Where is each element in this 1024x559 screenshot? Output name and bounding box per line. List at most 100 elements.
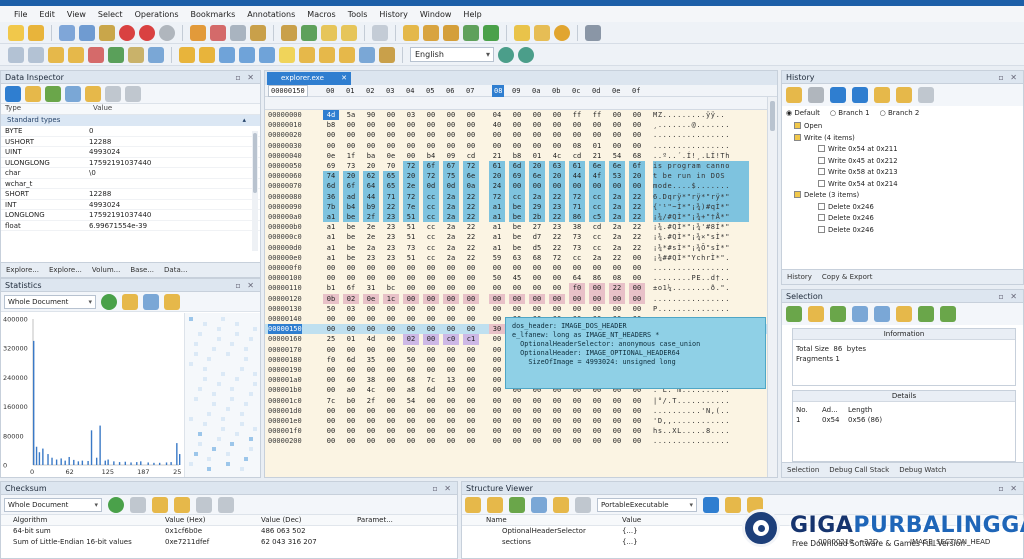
branch-radio[interactable]: ○ Branch 1 — [830, 109, 870, 117]
hex-byte[interactable]: cc — [589, 232, 605, 242]
select-next-icon[interactable] — [918, 306, 934, 322]
struct-list-icon[interactable] — [575, 496, 591, 513]
hex-byte[interactable]: 20 — [403, 171, 419, 182]
hex-byte[interactable]: 00 — [383, 436, 399, 446]
hex-byte[interactable]: 6e — [589, 161, 605, 172]
hex-byte[interactable]: 2e — [363, 222, 379, 232]
hex-byte[interactable]: 00 — [403, 436, 419, 446]
hex-byte[interactable]: 2a — [443, 232, 459, 242]
hex-byte[interactable]: 50 — [323, 304, 339, 314]
hex-byte[interactable]: a1 — [323, 212, 339, 223]
hex-byte[interactable]: 00 — [403, 314, 419, 324]
hex-byte[interactable]: 00 — [509, 416, 525, 426]
hex-byte[interactable]: 00 — [463, 324, 479, 334]
hex-byte[interactable]: 1f — [343, 151, 359, 161]
hex-byte[interactable]: 00 — [323, 375, 339, 385]
hex-byte[interactable]: 6f — [343, 181, 359, 192]
hex-byte[interactable]: 22 — [463, 232, 479, 242]
hex-byte[interactable]: a1 — [489, 243, 505, 253]
hex-byte[interactable]: 00 — [343, 416, 359, 426]
language-select[interactable]: English — [410, 47, 494, 62]
hex-byte[interactable]: 00 — [509, 283, 525, 293]
hex-byte[interactable]: 6d — [509, 161, 525, 172]
hex-byte[interactable]: 01 — [589, 141, 605, 151]
hex-byte[interactable]: 6d — [323, 181, 339, 192]
hex-byte[interactable]: 72 — [549, 253, 565, 263]
hex-byte[interactable]: 00 — [463, 426, 479, 436]
hex-row[interactable]: 00000120 0b 02 0e 1c 00 00 00 00 00 00 00 00 00 00 00 00… — [265, 293, 777, 304]
hex-byte[interactable]: 00 — [529, 304, 545, 314]
hex-byte[interactable]: 00 — [363, 416, 379, 426]
export-icon[interactable] — [218, 496, 234, 513]
help-icon[interactable] — [554, 24, 570, 41]
hex-byte[interactable]: 00 — [323, 141, 339, 151]
checksum-row[interactable]: 64-bit sum 0x1cf6b0e 486 063 502 — [1, 526, 457, 537]
hex-byte[interactable]: 00 — [383, 120, 399, 130]
hex-byte[interactable]: 21 — [589, 151, 605, 161]
hex-byte[interactable]: a1 — [323, 243, 339, 253]
hex-byte[interactable]: 20 — [343, 171, 359, 182]
history-item[interactable]: Write 0x58 at 0x213 — [790, 167, 1023, 179]
hex-byte[interactable]: a1 — [489, 212, 505, 223]
hex-byte[interactable]: 00 — [423, 314, 439, 324]
hex-byte[interactable]: 00 — [549, 141, 565, 151]
hex-byte[interactable]: 00 — [443, 426, 459, 436]
hex-byte[interactable]: 00 — [443, 365, 459, 375]
hex-byte[interactable]: 4c — [363, 385, 379, 395]
hex-byte[interactable]: 73 — [569, 232, 585, 242]
hex-byte[interactable]: 20 — [629, 171, 645, 182]
hex-byte[interactable]: 00 — [529, 273, 545, 283]
panel-controls-icon[interactable]: ▫ ✕ — [235, 71, 256, 84]
hex-byte[interactable]: 00 — [529, 110, 545, 120]
menu-macros[interactable]: Macros — [307, 10, 335, 19]
hex-byte[interactable]: 00 — [589, 130, 605, 140]
hex-byte[interactable]: 00 — [589, 263, 605, 273]
branch-radio[interactable]: ○ Branch 2 — [880, 109, 920, 117]
hex-byte[interactable]: 74 — [323, 171, 339, 182]
hex-byte[interactable]: 00 — [363, 426, 379, 436]
hex-byte[interactable]: 00 — [529, 396, 545, 406]
hex-byte[interactable]: cc — [423, 222, 439, 232]
hex-byte[interactable]: cc — [589, 191, 605, 202]
struct-highlight-icon[interactable] — [703, 496, 719, 513]
link-icon[interactable] — [281, 24, 297, 41]
menu-annotations[interactable]: Annotations — [247, 10, 295, 19]
hex-byte[interactable]: 00 — [323, 416, 339, 426]
hex-byte[interactable]: 68 — [629, 151, 645, 161]
hex-byte[interactable]: 00 — [423, 273, 439, 283]
hex-byte[interactable]: 22 — [629, 222, 645, 232]
hex-byte[interactable]: 2a — [443, 191, 459, 202]
hex-byte[interactable]: 23 — [383, 243, 399, 253]
hex-row[interactable]: 00000130 50 03 00 00 00 00 00 00 00 00 00 00 00 00 00 00… — [265, 304, 777, 314]
hex-byte[interactable]: 00 — [549, 396, 565, 406]
hex-byte[interactable]: 70 — [383, 161, 399, 171]
hex-byte[interactable]: 00 — [423, 304, 439, 314]
menu-view[interactable]: View — [67, 10, 86, 19]
hex-byte[interactable]: 00 — [509, 396, 525, 406]
hex-byte[interactable]: 61 — [489, 161, 505, 172]
inspector-row[interactable]: char \0 — [1, 168, 260, 179]
hex-byte[interactable]: 22 — [549, 191, 565, 202]
hex-byte[interactable]: 00 — [423, 426, 439, 436]
hex-byte[interactable]: 7b — [323, 201, 339, 212]
menu-select[interactable]: Select — [98, 10, 123, 19]
bookmark-icon[interactable] — [48, 46, 64, 63]
hex-byte[interactable]: 00 — [609, 120, 625, 130]
hex-byte[interactable]: 86 — [589, 273, 605, 283]
hex-ascii[interactable]: P............... — [653, 304, 749, 314]
panel-controls-icon[interactable]: ▫ ✕ — [998, 290, 1019, 303]
bar-chart-icon[interactable] — [164, 293, 180, 310]
tools-icon[interactable] — [585, 24, 601, 41]
hex-byte[interactable]: 68 — [403, 375, 419, 385]
hex-byte[interactable]: 00 — [363, 324, 379, 334]
hex-byte[interactable]: 71 — [383, 191, 399, 202]
hex-byte[interactable]: 02 — [403, 334, 419, 345]
hex-row[interactable]: 00000010 b8 00 00 00 00 00 00 00 40 00 00 00 00 00 00 00… — [265, 120, 777, 130]
menu-tools[interactable]: Tools — [348, 10, 368, 19]
hex-byte[interactable]: 7c — [423, 375, 439, 385]
hex-byte[interactable]: 00 — [443, 120, 459, 130]
hex-byte[interactable]: 00 — [529, 181, 545, 192]
hex-byte[interactable]: 13 — [443, 375, 459, 385]
panel-controls-icon[interactable]: ▫ ✕ — [998, 71, 1019, 84]
hex-byte[interactable]: 22 — [629, 232, 645, 242]
